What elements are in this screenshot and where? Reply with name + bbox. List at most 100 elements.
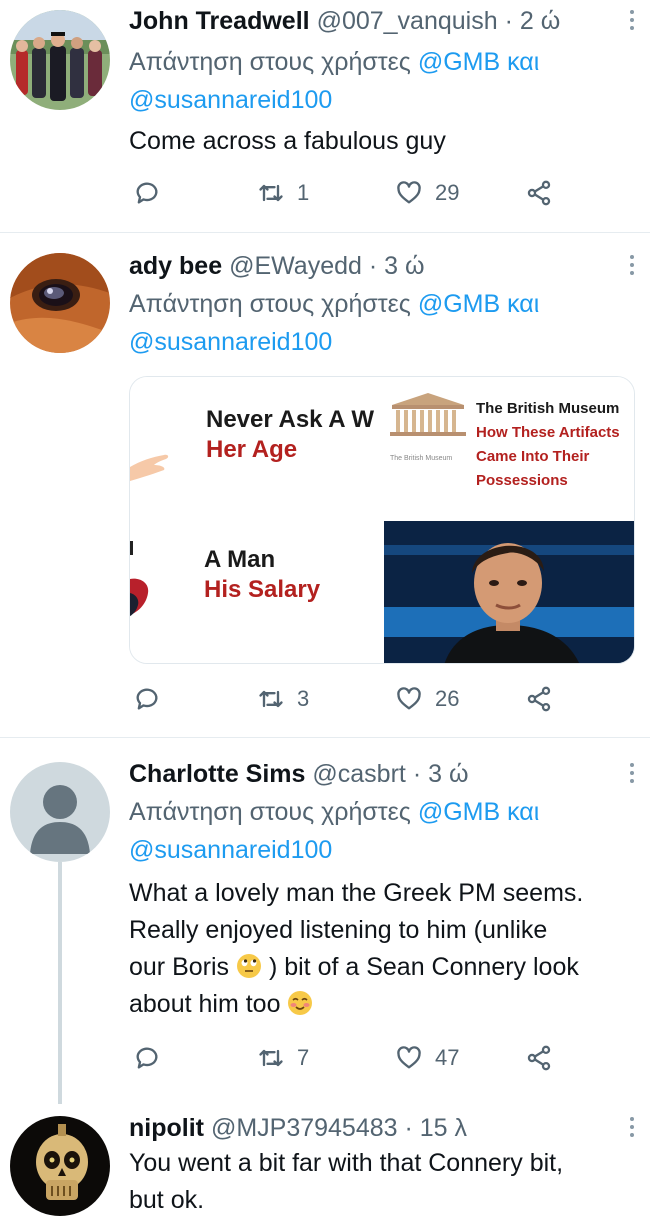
tweet-4[interactable]: nipolit @MJP37945483 · 15 λ You went a b… xyxy=(0,1098,650,1228)
reply-context: Απάντηση στους χρήστες @GMB και xyxy=(129,285,636,323)
retweet-button[interactable]: 7 xyxy=(257,1038,309,1078)
reply-icon xyxy=(136,182,158,204)
media-image-4[interactable] xyxy=(384,521,634,663)
tweet-2[interactable]: ady bee @EWayedd · 3 ώ Απάντηση στους χρ… xyxy=(0,233,650,736)
reply-and: και xyxy=(507,290,540,318)
mention-link[interactable]: @susannareid100 xyxy=(129,86,332,114)
reply-button[interactable] xyxy=(133,1038,173,1078)
tweet-text-line: about him too xyxy=(129,986,636,1023)
share-button[interactable] xyxy=(525,173,553,213)
group-photo-avatar-icon xyxy=(10,10,110,110)
tweet-text-line: Really enjoyed listening to him (unlike xyxy=(129,916,548,944)
reply-button[interactable] xyxy=(133,679,173,719)
hand-illustration-icon xyxy=(130,454,169,481)
retweet-button[interactable]: 3 xyxy=(257,679,309,719)
tweet-3[interactable]: Charlotte Sims @casbrt · 3 ώ Απάντηση στ… xyxy=(0,738,650,1088)
retweet-count: 3 xyxy=(297,686,310,711)
retweet-icon xyxy=(259,690,283,708)
reply-button[interactable] xyxy=(133,173,173,213)
reply-prefix: Απάντηση στους χρήστες xyxy=(129,798,411,826)
like-button[interactable]: 29 xyxy=(395,173,459,213)
heart-icon xyxy=(397,181,421,204)
mention-link[interactable]: @susannareid100 xyxy=(129,836,332,864)
tweet-header: ady bee @EWayedd · 3 ώ xyxy=(129,249,636,283)
tweet-text-line: What a lovely man the Greek PM seems. xyxy=(129,879,584,907)
tweet-actions: 7 47 xyxy=(129,1038,569,1078)
reply-context: Απάντηση στους χρήστες @GMB και xyxy=(129,793,636,831)
reply-context: Απάντηση στους χρήστες @GMB και xyxy=(129,43,636,81)
display-name[interactable]: nipolit xyxy=(129,1114,204,1142)
eye-roll-emoji-icon xyxy=(237,954,261,978)
timestamp[interactable]: 15 λ xyxy=(420,1114,467,1142)
tweet-header: Charlotte Sims @casbrt · 3 ώ xyxy=(129,757,636,791)
ad-subtitle: Her Age xyxy=(206,436,298,463)
share-button[interactable] xyxy=(525,679,553,719)
user-handle[interactable]: @MJP37945483 xyxy=(211,1114,398,1142)
like-count: 29 xyxy=(435,180,460,205)
avatar[interactable] xyxy=(10,253,110,353)
tweet-header: John Treadwell @007_vanquish · 2 ώ xyxy=(129,4,636,38)
reply-prefix: Απάντηση στους χρήστες xyxy=(129,290,411,318)
default-person-avatar-icon xyxy=(10,762,110,862)
timestamp[interactable]: 3 ώ xyxy=(428,760,468,788)
media-image-2[interactable]: The British Museum The British Museum Ho… xyxy=(384,377,634,519)
share-button[interactable] xyxy=(525,1038,553,1078)
tweet-actions: 1 29 xyxy=(129,173,569,213)
tweet-text-line: You went a bit far with that Connery bit… xyxy=(129,1149,564,1177)
mention-link[interactable]: @susannareid100 xyxy=(129,328,332,356)
media-image-1[interactable]: Never Ask A W Her Age xyxy=(130,377,382,519)
retweet-count: 1 xyxy=(297,180,310,205)
reply-and: και xyxy=(507,798,540,826)
ad-title: The British Museum xyxy=(476,400,620,417)
reply-and: και xyxy=(507,48,540,76)
like-button[interactable]: 26 xyxy=(395,679,459,719)
user-handle[interactable]: @casbrt xyxy=(312,760,405,788)
share-icon xyxy=(527,1045,551,1071)
media-image-3[interactable]: A Man His Salary xyxy=(130,521,382,663)
like-button[interactable]: 47 xyxy=(395,1038,459,1078)
media-grid[interactable]: Never Ask A W Her Age The British Museum… xyxy=(129,376,635,664)
display-name[interactable]: Charlotte Sims xyxy=(129,760,305,788)
tweet-header: nipolit @MJP37945483 · 15 λ xyxy=(129,1111,636,1145)
museum-caption: The British Museum xyxy=(390,455,453,462)
avatar[interactable] xyxy=(10,1116,110,1216)
heart-icon xyxy=(397,1046,421,1069)
more-options-icon[interactable] xyxy=(628,255,636,279)
timestamp[interactable]: 3 ώ xyxy=(384,252,424,280)
ad-title: Never Ask A W xyxy=(206,406,375,433)
mention-link[interactable]: @GMB xyxy=(418,48,500,76)
ad-subtitle: His Salary xyxy=(204,576,321,603)
like-count: 47 xyxy=(435,1045,460,1070)
smiling-blush-emoji-icon xyxy=(288,991,313,1015)
avatar[interactable] xyxy=(10,762,110,862)
user-handle[interactable]: @EWayedd xyxy=(229,252,362,280)
thread-connector-line xyxy=(58,862,62,1104)
timestamp[interactable]: 2 ώ xyxy=(520,7,560,35)
tweet-text-line: our Boris ) bit of a Sean Connery look xyxy=(129,949,636,986)
tweet-actions: 3 26 xyxy=(129,679,569,719)
tweet-text-line: but ok. xyxy=(129,1186,205,1214)
horse-eye-avatar-icon xyxy=(10,253,110,353)
tweet-1[interactable]: John Treadwell @007_vanquish · 2 ώ Απάντ… xyxy=(0,0,650,232)
display-name[interactable]: ady bee xyxy=(129,252,222,280)
more-options-icon[interactable] xyxy=(628,763,636,787)
mention-link[interactable]: @GMB xyxy=(418,290,500,318)
display-name[interactable]: John Treadwell xyxy=(129,7,310,35)
more-options-icon[interactable] xyxy=(628,1117,636,1141)
ad-subtitle: How These Artifacts Came Into Their Poss… xyxy=(476,424,620,489)
tweet-text: Come across a fabulous guy xyxy=(129,127,446,155)
reply-context-line-2: @susannareid100 xyxy=(129,323,636,361)
retweet-button[interactable]: 1 xyxy=(257,173,309,213)
user-handle[interactable]: @007_vanquish xyxy=(317,7,498,35)
more-options-icon[interactable] xyxy=(628,10,636,34)
retweet-count: 7 xyxy=(297,1045,310,1070)
tv-presenter-photo-icon xyxy=(384,521,634,663)
tweet-text: You went a bit far with that Connery bit… xyxy=(129,1145,636,1219)
avatar[interactable] xyxy=(10,10,110,110)
tweet-text-fragment: ) bit of a Sean Connery look xyxy=(268,953,579,981)
mention-link[interactable]: @GMB xyxy=(418,798,500,826)
figure-illustration-icon xyxy=(130,541,149,617)
tweet-text-fragment: about him too xyxy=(129,990,281,1018)
skull-avatar-icon xyxy=(10,1116,110,1216)
tweet-text-fragment: our Boris xyxy=(129,953,230,981)
